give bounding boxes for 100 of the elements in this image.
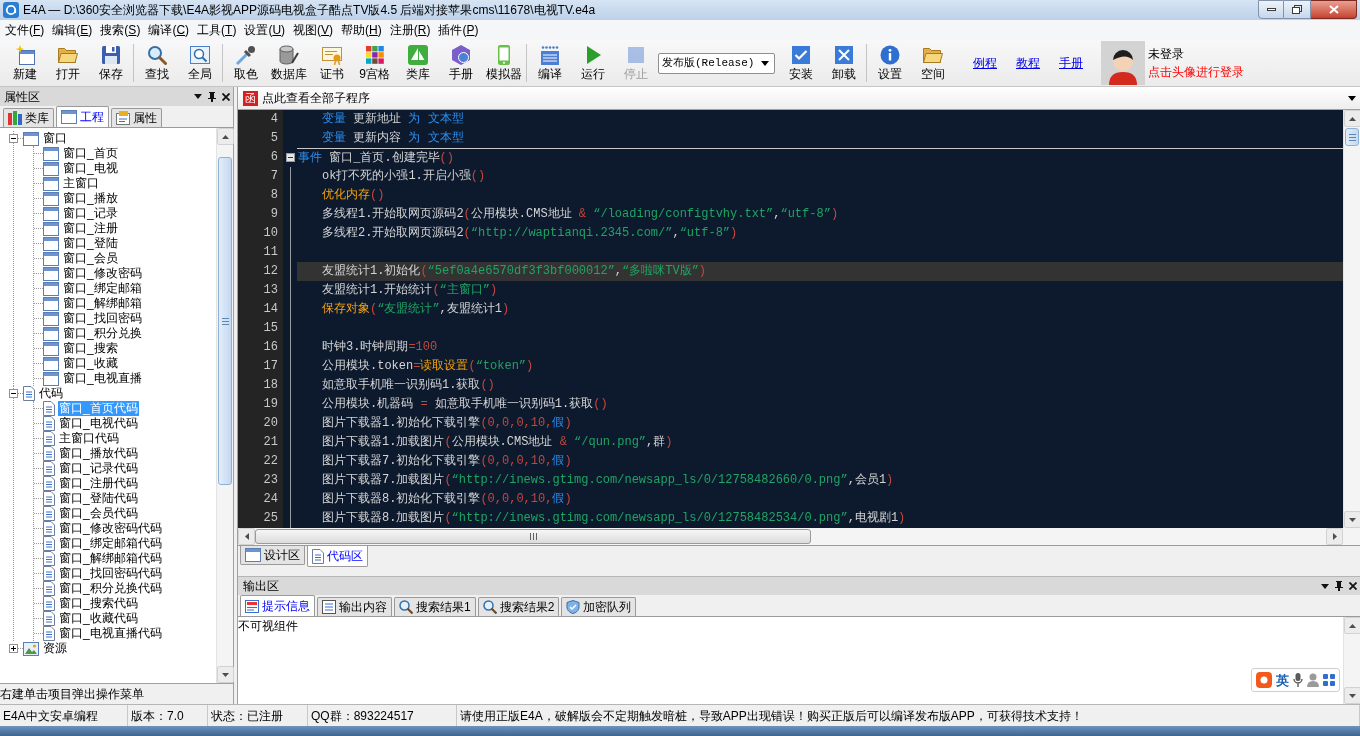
tree-item[interactable]: 窗口_找回密码 [62, 311, 143, 326]
tab[interactable]: 搜索结果2 [477, 597, 560, 616]
toolbar-button[interactable]: 查找 [135, 42, 178, 84]
tree-item[interactable]: 窗口_播放代码 [58, 446, 139, 461]
tab[interactable]: 代码区 [307, 546, 368, 567]
toolbar-button[interactable]: 取色 [224, 42, 267, 84]
ime-logo-icon[interactable] [1256, 672, 1272, 688]
scroll-thumb[interactable] [218, 157, 232, 485]
tree-item[interactable]: 窗口_收藏代码 [58, 611, 139, 626]
expand-icon[interactable] [9, 644, 18, 653]
tree-item[interactable]: 窗口_绑定邮箱代码 [58, 536, 163, 551]
tab[interactable]: 设计区 [240, 546, 305, 565]
toolbar-button[interactable]: 模拟器 [482, 42, 525, 84]
tree-item[interactable]: 窗口_电视代码 [58, 416, 139, 431]
tree-item[interactable]: 窗口_收藏 [62, 356, 119, 371]
microphone-icon[interactable] [1293, 673, 1303, 687]
toolbar-button[interactable]: 保存 [89, 42, 132, 84]
toolbar-button[interactable]: 运行 [571, 42, 614, 84]
tree-item[interactable]: 窗口_记录代码 [58, 461, 139, 476]
scroll-down-button[interactable] [1344, 687, 1360, 704]
tree-item[interactable]: 窗口_解绑邮箱 [62, 296, 143, 311]
link[interactable]: 教程 [1016, 54, 1040, 72]
menu-item[interactable]: 编译(C) [144, 20, 194, 40]
tree-item[interactable]: 窗口_播放 [62, 191, 119, 206]
menu-item[interactable]: 文件(F) [1, 20, 49, 40]
menu-item[interactable]: 注册(R) [385, 20, 435, 40]
tree-item[interactable]: 窗口_电视直播代码 [58, 626, 163, 641]
toolbar-button[interactable]: 设置 [868, 42, 911, 84]
tree-item[interactable]: 窗口_修改密码代码 [58, 521, 163, 536]
maximize-button[interactable] [1284, 0, 1311, 19]
scroll-up-button[interactable] [1344, 617, 1360, 634]
toolbar-button[interactable]: 卸载 [822, 42, 865, 84]
scroll-up-button[interactable] [1344, 110, 1360, 127]
tree-item[interactable]: 资源 [42, 641, 68, 656]
tab[interactable]: 属性 [111, 108, 162, 127]
scroll-down-button[interactable] [1344, 511, 1360, 528]
grid-icon[interactable] [1323, 674, 1335, 686]
menu-item[interactable]: 视图(V) [289, 20, 338, 40]
tree-item[interactable]: 主窗口 [62, 176, 100, 191]
tree-item[interactable]: 窗口_搜索 [62, 341, 119, 356]
tree-item[interactable]: 窗口_首页 [62, 146, 119, 161]
tab[interactable]: 工程 [56, 106, 109, 127]
tree-item[interactable]: 窗口_注册 [62, 221, 119, 236]
close-button[interactable] [1311, 0, 1357, 19]
menu-item[interactable]: 插件(P) [434, 20, 483, 40]
ime-mode[interactable]: 英 [1276, 673, 1289, 687]
tab[interactable]: 类库 [3, 108, 54, 127]
toolbar-button[interactable]: 数据库 [267, 42, 310, 84]
toolbar-button[interactable]: 证书 [310, 42, 353, 84]
toolbar-button[interactable]: 9宫格 [353, 42, 396, 84]
tree-item[interactable]: 窗口_会员 [62, 251, 119, 266]
tree-item[interactable]: 窗口_电视直播 [62, 371, 143, 386]
dropdown-arrow-icon[interactable] [1321, 583, 1329, 589]
toolbar-button[interactable]: 安装 [779, 42, 822, 84]
toolbar-button[interactable]: 空间 [911, 42, 954, 84]
link[interactable]: 例程 [973, 54, 997, 72]
tree-item[interactable]: 窗口_会员代码 [58, 506, 139, 521]
toolbar-button[interactable]: 新建 [3, 42, 46, 84]
tree-item[interactable]: 窗口_找回密码代码 [58, 566, 163, 581]
scroll-left-button[interactable] [238, 528, 255, 545]
build-mode-dropdown[interactable]: 发布版(Release) [658, 52, 775, 74]
scroll-up-button[interactable] [217, 128, 234, 145]
tree-item[interactable]: 窗口_登陆 [62, 236, 119, 251]
collapse-icon[interactable] [9, 389, 18, 398]
pin-icon[interactable] [1335, 581, 1343, 591]
toolbar-button[interactable]: 全局 [178, 42, 221, 84]
scroll-right-button[interactable] [1326, 528, 1343, 545]
toolbar-button[interactable]: 打开 [46, 42, 89, 84]
menu-item[interactable]: 搜索(S) [96, 20, 145, 40]
tab[interactable]: 加密队列 [561, 597, 637, 616]
pin-icon[interactable] [208, 91, 216, 102]
tree-item[interactable]: 窗口_登陆代码 [58, 491, 139, 506]
toolbar-button[interactable]: 编译 [528, 42, 571, 84]
toolbar-button[interactable]: 手册 [439, 42, 482, 84]
tree-item[interactable]: 窗口_积分兑换代码 [58, 581, 163, 596]
link[interactable]: 手册 [1059, 54, 1083, 72]
minimize-button[interactable] [1258, 0, 1284, 19]
menu-item[interactable]: 编辑(E) [48, 20, 97, 40]
avatar-button[interactable] [1101, 41, 1145, 85]
tree-item[interactable]: 窗口_修改密码 [62, 266, 143, 281]
tree-item[interactable]: 窗口_电视 [62, 161, 119, 176]
tree-item[interactable]: 窗口 [42, 131, 68, 146]
collapse-icon[interactable] [285, 153, 295, 162]
close-icon[interactable] [1349, 582, 1357, 590]
procedure-dropdown[interactable]: 函 点此查看全部子程序 [238, 87, 1360, 110]
dropdown-arrow-icon[interactable] [194, 94, 202, 99]
toolbar-button[interactable]: 类库 [396, 42, 439, 84]
tree-item[interactable]: 窗口_积分兑换 [62, 326, 143, 341]
tab[interactable]: 搜索结果1 [394, 597, 476, 616]
scroll-down-button[interactable] [217, 666, 234, 683]
tab[interactable]: 输出内容 [317, 597, 392, 616]
tree-item[interactable]: 主窗口代码 [58, 431, 120, 446]
collapse-icon[interactable] [9, 134, 18, 143]
tree-item[interactable]: 窗口_注册代码 [58, 476, 139, 491]
tree-item[interactable]: 窗口_绑定邮箱 [62, 281, 143, 296]
scroll-thumb[interactable] [1345, 128, 1359, 146]
tree-item[interactable]: 窗口_解绑邮箱代码 [58, 551, 163, 566]
scroll-thumb[interactable] [255, 529, 811, 544]
menu-item[interactable]: 设置(U) [240, 20, 290, 40]
tree-item[interactable]: 代码 [38, 386, 64, 401]
